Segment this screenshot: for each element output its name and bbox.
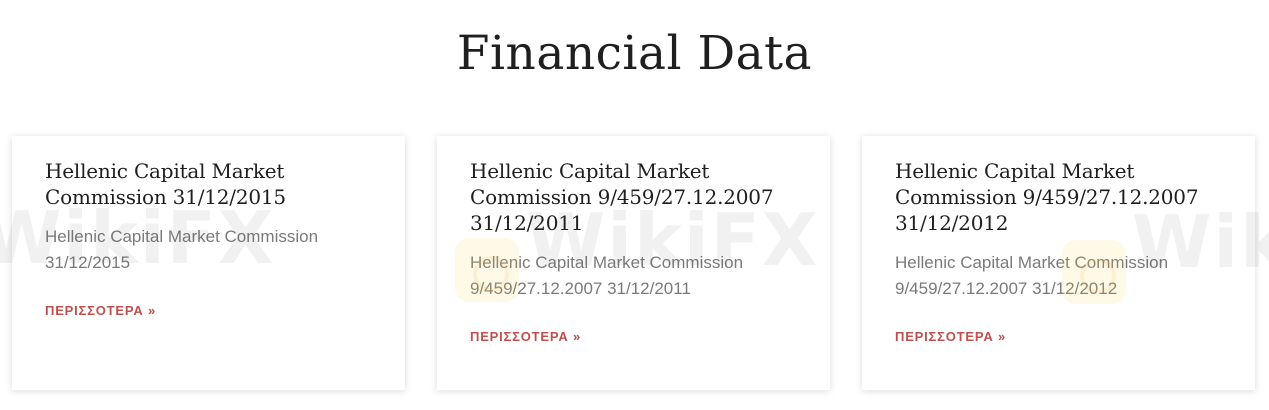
card-excerpt: Hellenic Capital Market Commission 9/459… — [470, 253, 744, 298]
read-more-link[interactable]: ΠΕΡΙΣΣΟΤΕΡΑ » — [895, 329, 1006, 344]
article-card: Hellenic Capital Market Commission 9/459… — [437, 136, 830, 390]
read-more-link[interactable]: ΠΕΡΙΣΣΟΤΕΡΑ » — [470, 329, 581, 344]
card-excerpt: Hellenic Capital Market Commission 31/12… — [45, 227, 319, 272]
article-card: Hellenic Capital Market Commission 9/459… — [862, 136, 1255, 390]
card-title[interactable]: Hellenic Capital Market Commission 9/459… — [895, 158, 1221, 236]
card-excerpt: Hellenic Capital Market Commission 9/459… — [895, 253, 1169, 298]
read-more-link[interactable]: ΠΕΡΙΣΣΟΤΕΡΑ » — [45, 303, 156, 318]
card-title[interactable]: Hellenic Capital Market Commission 31/12… — [45, 158, 371, 210]
card-grid: Hellenic Capital Market Commission 31/12… — [0, 0, 1269, 410]
card-title[interactable]: Hellenic Capital Market Commission 9/459… — [470, 158, 796, 236]
article-card: Hellenic Capital Market Commission 31/12… — [12, 136, 405, 390]
